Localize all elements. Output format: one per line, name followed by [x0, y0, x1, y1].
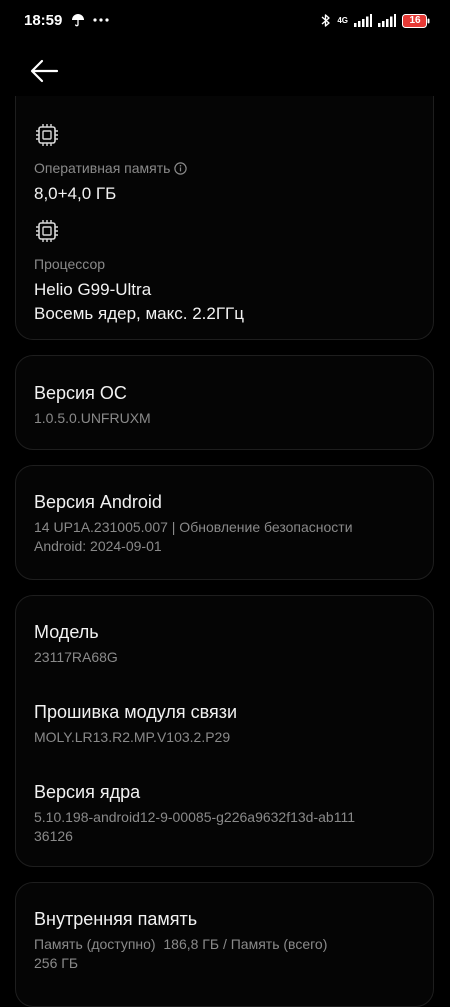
info-icon[interactable] [174, 161, 188, 175]
status-right-icons: 4G 16 [321, 13, 430, 28]
model-title: Модель [34, 622, 99, 642]
umbrella-icon [71, 13, 85, 27]
back-button[interactable] [28, 56, 64, 88]
os-version-value: 1.0.5.0.UNFRUXM [34, 410, 151, 426]
android-version-title: Версия Android [34, 492, 162, 512]
battery-icon: 16 [402, 13, 430, 28]
storage-card[interactable]: Внутренняя память Память (доступно) 186,… [15, 882, 434, 1007]
cpu-desc: Восемь ядер, макс. 2.2ГГц [34, 304, 244, 323]
baseband-title: Прошивка модуля связи [34, 702, 238, 722]
baseband-item[interactable]: Прошивка модуля связи MOLY.LR13.R2.MP.V1… [34, 701, 415, 747]
battery-level: 16 [409, 14, 421, 26]
status-left-icons [71, 13, 109, 27]
cpu-label: Процессор [34, 256, 106, 272]
os-version-title: Версия ОС [34, 383, 127, 403]
baseband-value: MOLY.LR13.R2.MP.V103.2.P29 [34, 729, 231, 745]
kernel-value-line2: 36126 [34, 828, 73, 844]
storage-value-line1: Память (доступно) 186,8 ГБ / Память (все… [34, 936, 328, 952]
cpu-name: Helio G99-Ultra [34, 280, 152, 299]
android-version-value-line2: Android: 2024-09-01 [34, 538, 162, 554]
network-type: 4G [337, 15, 348, 25]
model-value: 23117RA68G [34, 649, 118, 665]
os-version-item: Версия ОС 1.0.5.0.UNFRUXM [34, 382, 415, 428]
kernel-item[interactable]: Версия ядра 5.10.198-android12-9-00085-g… [34, 781, 415, 846]
ram-label: Оперативная память [34, 160, 171, 176]
device-info-card: Модель 23117RA68G Прошивка модуля связи … [15, 595, 434, 867]
storage-value-line2: 256 ГБ [34, 955, 79, 971]
cpu-item[interactable]: Процессор Helio G99-Ultra Восемь ядер, м… [34, 218, 415, 325]
chip-icon [36, 124, 58, 146]
os-version-card[interactable]: Версия ОС 1.0.5.0.UNFRUXM [15, 355, 434, 450]
signal-strength-2-icon [378, 14, 396, 27]
storage-title: Внутренняя память [34, 909, 198, 929]
more-dots-icon [93, 17, 109, 23]
model-item[interactable]: Модель 23117RA68G [34, 621, 415, 667]
kernel-value-line1: 5.10.198-android12-9-00085-g226a9632f13d… [34, 809, 355, 825]
kernel-title: Версия ядра [34, 782, 141, 802]
status-bar: 18:59 4G 16 [0, 0, 450, 44]
android-version-value-line1: 14 UP1A.231005.007 | Обновление безопасн… [34, 519, 353, 535]
bluetooth-icon [321, 13, 331, 28]
ram-value: 8,0+4,0 ГБ [34, 184, 117, 203]
ram-label-row: Оперативная память [34, 159, 415, 177]
status-time: 18:59 [24, 12, 63, 29]
storage-item: Внутренняя память Память (доступно) 186,… [34, 908, 415, 973]
network-type-label: 4G [337, 15, 348, 25]
ram-item[interactable]: Оперативная память 8,0+4,0 ГБ [34, 122, 415, 205]
hardware-card: Оперативная память 8,0+4,0 ГБ Процессор … [15, 96, 434, 340]
arrow-left-icon [30, 59, 59, 83]
android-version-item: Версия Android 14 UP1A.231005.007 | Обно… [34, 491, 415, 556]
processor-icon [36, 220, 58, 242]
android-version-card[interactable]: Версия Android 14 UP1A.231005.007 | Обно… [15, 465, 434, 580]
signal-strength-icon [354, 14, 372, 27]
